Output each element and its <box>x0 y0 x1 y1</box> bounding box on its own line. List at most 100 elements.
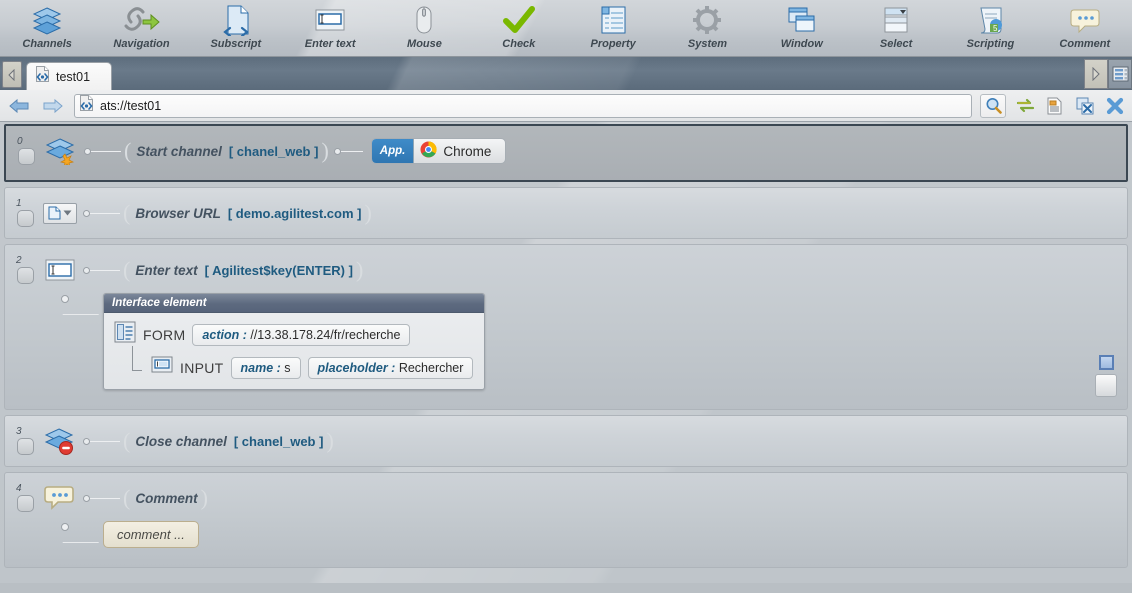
toolbar-label: Channels <box>22 38 72 50</box>
browser-url-combo-icon[interactable] <box>39 202 81 224</box>
toolbar-label: Navigation <box>113 38 170 50</box>
app-name-text: Chrome <box>443 143 492 159</box>
step-connector: ( <box>83 259 133 281</box>
tab-bar: test01 <box>0 57 1132 90</box>
svg-text:5: 5 <box>993 24 998 33</box>
panel-list-button[interactable] <box>1108 59 1132 89</box>
step-toggle[interactable] <box>16 495 34 512</box>
sync-button[interactable] <box>1014 94 1036 118</box>
step-toggle[interactable] <box>17 148 35 165</box>
start-channel-icon[interactable] <box>40 137 82 165</box>
toolbar-label: Check <box>502 38 536 50</box>
next-arrow-button[interactable] <box>1084 59 1108 89</box>
step-gutter: 1 <box>11 199 39 227</box>
toolbar-button-property[interactable]: Property <box>566 0 660 56</box>
tree-branch-line <box>128 346 144 380</box>
browser-select[interactable] <box>43 202 77 224</box>
node-attribute[interactable]: name : s <box>230 356 301 379</box>
step-gutter: 2 <box>11 256 39 284</box>
tabs-prev-button[interactable] <box>2 61 22 88</box>
step-row-1[interactable]: 1 ( Browser URL [ demo.agilitest.com]) <box>4 187 1128 239</box>
close-all-icon <box>1106 97 1124 114</box>
enter-text-icon[interactable] <box>39 257 81 283</box>
toolbar-button-window[interactable]: Window <box>755 0 849 56</box>
toolbar-label: Scripting <box>966 38 1015 50</box>
step-toggle[interactable] <box>16 267 34 284</box>
url-field[interactable] <box>74 93 972 118</box>
tab-test01[interactable]: test01 <box>26 62 112 90</box>
step-row-0[interactable]: 0 ( Start channel [ chanel_web ] ) App. <box>4 124 1128 182</box>
arrow-left-icon <box>9 98 29 113</box>
toolbar-label: Subscript <box>210 38 262 50</box>
panel-title: Interface element <box>104 294 484 313</box>
app-chip-name: Chrome <box>414 141 505 161</box>
select-icon <box>873 3 919 37</box>
step-action-label: Close channel <box>135 433 227 449</box>
step-index: 3 <box>16 426 22 437</box>
chrome-icon <box>420 141 437 161</box>
step-index: 0 <box>17 136 23 147</box>
toolbar-button-select[interactable]: Select <box>849 0 943 56</box>
step-connector: ( <box>84 140 134 162</box>
url-input[interactable] <box>100 98 967 113</box>
step-action-param: [ chanel_web ] <box>233 433 324 449</box>
property-icon <box>590 3 636 37</box>
toolbar-label: System <box>687 38 728 50</box>
mouse-icon <box>401 3 447 37</box>
comment-text-box[interactable]: comment ... <box>103 521 199 548</box>
step-action-param: [ Agilitest$key(ENTER) ] <box>204 262 353 278</box>
comment-icon[interactable] <box>39 484 81 512</box>
application-chip[interactable]: App. Chrome <box>370 138 507 164</box>
back-button[interactable] <box>6 94 32 118</box>
ats-file-icon <box>79 95 94 116</box>
attr-value: //13.38.178.24/fr/recherche <box>250 327 401 342</box>
toolbar-button-comment[interactable]: Comment <box>1038 0 1132 56</box>
comment-icon <box>1062 3 1108 37</box>
capture-toggle-button[interactable] <box>1098 355 1114 370</box>
node-attribute[interactable]: placeholder : Rechercher <box>307 356 474 379</box>
toolbar-button-scripting[interactable]: 5 Scripting <box>943 0 1037 56</box>
report-button[interactable] <box>1044 94 1066 118</box>
interface-element-panel[interactable]: Interface element FORM action : //13.38.… <box>103 293 485 390</box>
dom-node-form[interactable]: FORM action : //13.38.178.24/fr/recherch… <box>114 321 474 348</box>
scripting-icon: 5 <box>967 3 1013 37</box>
toolbar-label: Window <box>780 38 823 50</box>
toolbar-button-navigation[interactable]: Navigation <box>94 0 188 56</box>
search-icon <box>986 98 1002 114</box>
toolbar-label: Select <box>879 38 913 50</box>
branch-connector <box>11 293 112 315</box>
dom-node-input[interactable]: INPUT name : s placeholder : Rechercher <box>114 346 474 380</box>
step-action-label: Start channel <box>136 143 222 159</box>
step-gutter: 3 <box>11 427 39 455</box>
toolbar-button-enter-text[interactable]: Enter text <box>283 0 377 56</box>
close-channel-icon[interactable] <box>39 427 81 455</box>
test-script-canvas: 0 ( Start channel [ chanel_web ] ) App. <box>0 122 1132 583</box>
step-row-2[interactable]: 2 ( Enter text [ Agilitest$key(ENTER) ] … <box>4 244 1128 410</box>
node-attribute[interactable]: action : //13.38.178.24/fr/recherche <box>192 323 411 346</box>
toolbar-label: Mouse <box>407 38 442 50</box>
attr-key: action : <box>202 327 247 342</box>
excel-export-button[interactable] <box>1074 94 1096 118</box>
step-gutter: 4 <box>11 484 39 512</box>
arrow-right-icon <box>43 98 63 113</box>
step-side-buttons <box>1095 355 1117 397</box>
attr-key: placeholder : <box>317 360 396 375</box>
step-index: 1 <box>16 198 22 209</box>
toolbar-button-check[interactable]: Check <box>472 0 566 56</box>
step-action-param: [ demo.agilitest.com ] <box>227 205 362 221</box>
toolbar-button-mouse[interactable]: Mouse <box>377 0 471 56</box>
forward-button[interactable] <box>40 94 66 118</box>
step-toggle[interactable] <box>16 210 34 227</box>
check-icon <box>496 3 542 37</box>
search-button[interactable] <box>980 93 1006 118</box>
step-toggle[interactable] <box>16 438 34 455</box>
toolbar-button-channels[interactable]: Channels <box>0 0 94 56</box>
chip-connector <box>333 147 363 155</box>
toolbar-button-subscript[interactable]: Subscript <box>189 0 283 56</box>
comment-branch: comment ... <box>11 521 1121 548</box>
toolbar-button-system[interactable]: System <box>660 0 754 56</box>
close-all-button[interactable] <box>1104 94 1126 118</box>
step-row-3[interactable]: 3 ( Close channel [ chanel_web ] ) <box>4 415 1128 467</box>
screenshot-preview-button[interactable] <box>1095 374 1117 397</box>
step-row-4[interactable]: 4 ( Comment ) comment ... <box>4 472 1128 568</box>
